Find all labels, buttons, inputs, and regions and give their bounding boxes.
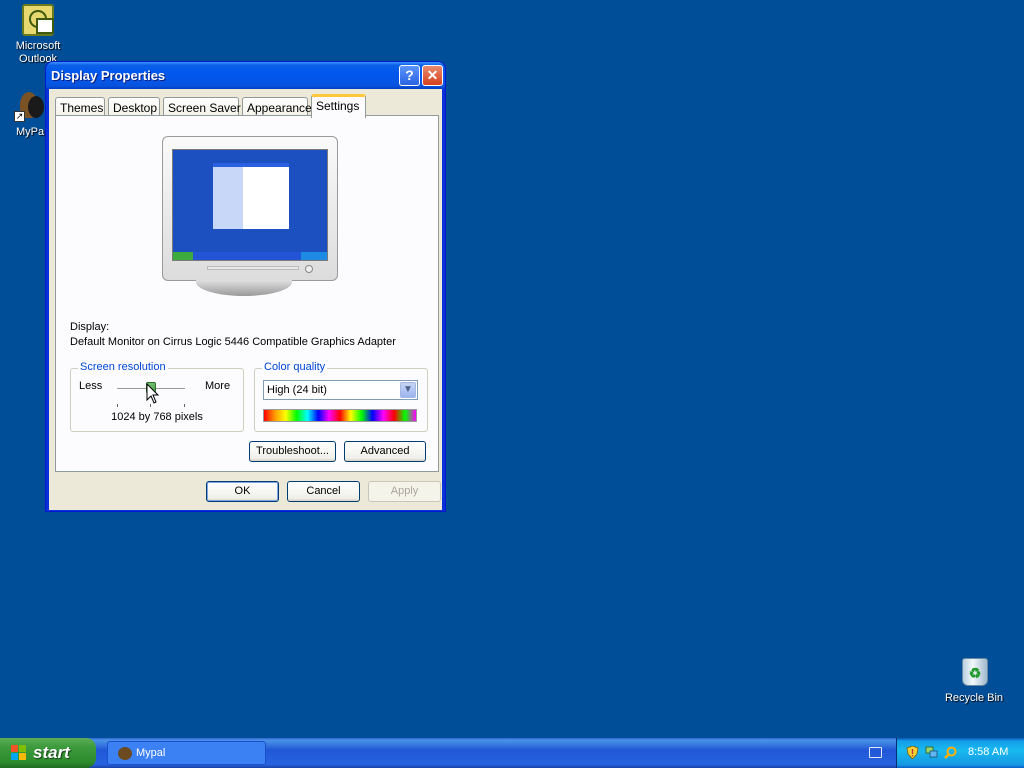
window-title: Display Properties bbox=[51, 68, 166, 83]
mypal-icon bbox=[118, 747, 132, 760]
start-button[interactable]: start bbox=[0, 738, 96, 768]
screen-resolution-legend: Screen resolution bbox=[78, 361, 168, 373]
close-button[interactable]: ✕ bbox=[422, 65, 443, 86]
tab-appearance[interactable]: Appearance bbox=[242, 97, 312, 117]
desktop-icon-outlook[interactable]: Microsoft Outlook bbox=[0, 4, 76, 66]
monitor-stand bbox=[196, 280, 292, 296]
tab-desktop[interactable]: Desktop bbox=[108, 97, 160, 117]
troubleshoot-button[interactable]: Troubleshoot... bbox=[249, 441, 336, 462]
taskbar: start Mypal 8:58 AM bbox=[0, 738, 1024, 768]
security-shield-icon[interactable] bbox=[906, 746, 919, 759]
mouse-cursor-icon bbox=[146, 383, 160, 404]
mypal-icon: ↗ bbox=[14, 90, 46, 122]
cancel-button[interactable]: Cancel bbox=[287, 481, 360, 502]
taskbar-button-mypal[interactable]: Mypal bbox=[107, 741, 266, 765]
shortcut-arrow-icon: ↗ bbox=[14, 111, 25, 122]
monitor-power-icon bbox=[305, 265, 313, 273]
display-label: Display: bbox=[70, 321, 110, 333]
help-button[interactable]: ? bbox=[399, 65, 420, 86]
tab-themes[interactable]: Themes bbox=[55, 97, 105, 117]
resolution-more-label: More bbox=[205, 380, 231, 392]
keyboard-icon[interactable] bbox=[869, 747, 882, 758]
color-spectrum-preview bbox=[263, 409, 417, 422]
monitor-screen-preview bbox=[172, 149, 328, 261]
start-label: start bbox=[33, 743, 70, 762]
desktop-icon-recycle-bin[interactable]: ♻ Recycle Bin bbox=[936, 656, 1012, 705]
color-quality-value: High (24 bit) bbox=[267, 384, 327, 396]
chevron-down-icon[interactable]: ▼ bbox=[400, 382, 416, 398]
color-quality-group: Color quality High (24 bit) ▼ bbox=[254, 361, 428, 432]
system-tray: 8:58 AM bbox=[896, 738, 1024, 768]
display-value: Default Monitor on Cirrus Logic 5446 Com… bbox=[70, 336, 396, 348]
advanced-button[interactable]: Advanced bbox=[344, 441, 426, 462]
ok-button[interactable]: OK bbox=[206, 481, 279, 502]
resolution-value: 1024 by 768 pixels bbox=[111, 411, 203, 423]
desktop-icon-label: Recycle Bin bbox=[944, 692, 1004, 704]
resolution-less-label: Less bbox=[79, 380, 103, 392]
recycle-bin-icon: ♻ bbox=[958, 656, 990, 688]
display-properties-window: Display Properties ? ✕ Themes Desktop Sc… bbox=[45, 61, 446, 512]
color-quality-legend: Color quality bbox=[262, 361, 328, 373]
monitor-preview bbox=[162, 136, 338, 281]
outlook-icon bbox=[22, 4, 54, 36]
windows-logo-icon bbox=[11, 745, 27, 761]
settings-panel: Display: Default Monitor on Cirrus Logic… bbox=[55, 115, 439, 472]
tab-screen-saver[interactable]: Screen Saver bbox=[163, 97, 241, 117]
dialog-client: Themes Desktop Screen Saver Appearance S… bbox=[49, 89, 442, 510]
title-bar[interactable]: Display Properties ? ✕ bbox=[46, 62, 445, 89]
taskbar-button-label: Mypal bbox=[136, 747, 166, 759]
color-quality-select[interactable]: High (24 bit) ▼ bbox=[263, 380, 418, 400]
network-icon[interactable] bbox=[925, 746, 938, 759]
search-icon[interactable] bbox=[944, 746, 957, 759]
tab-settings[interactable]: Settings bbox=[311, 94, 366, 118]
apply-button[interactable]: Apply bbox=[368, 481, 441, 502]
clock: 8:58 AM bbox=[968, 746, 1009, 758]
